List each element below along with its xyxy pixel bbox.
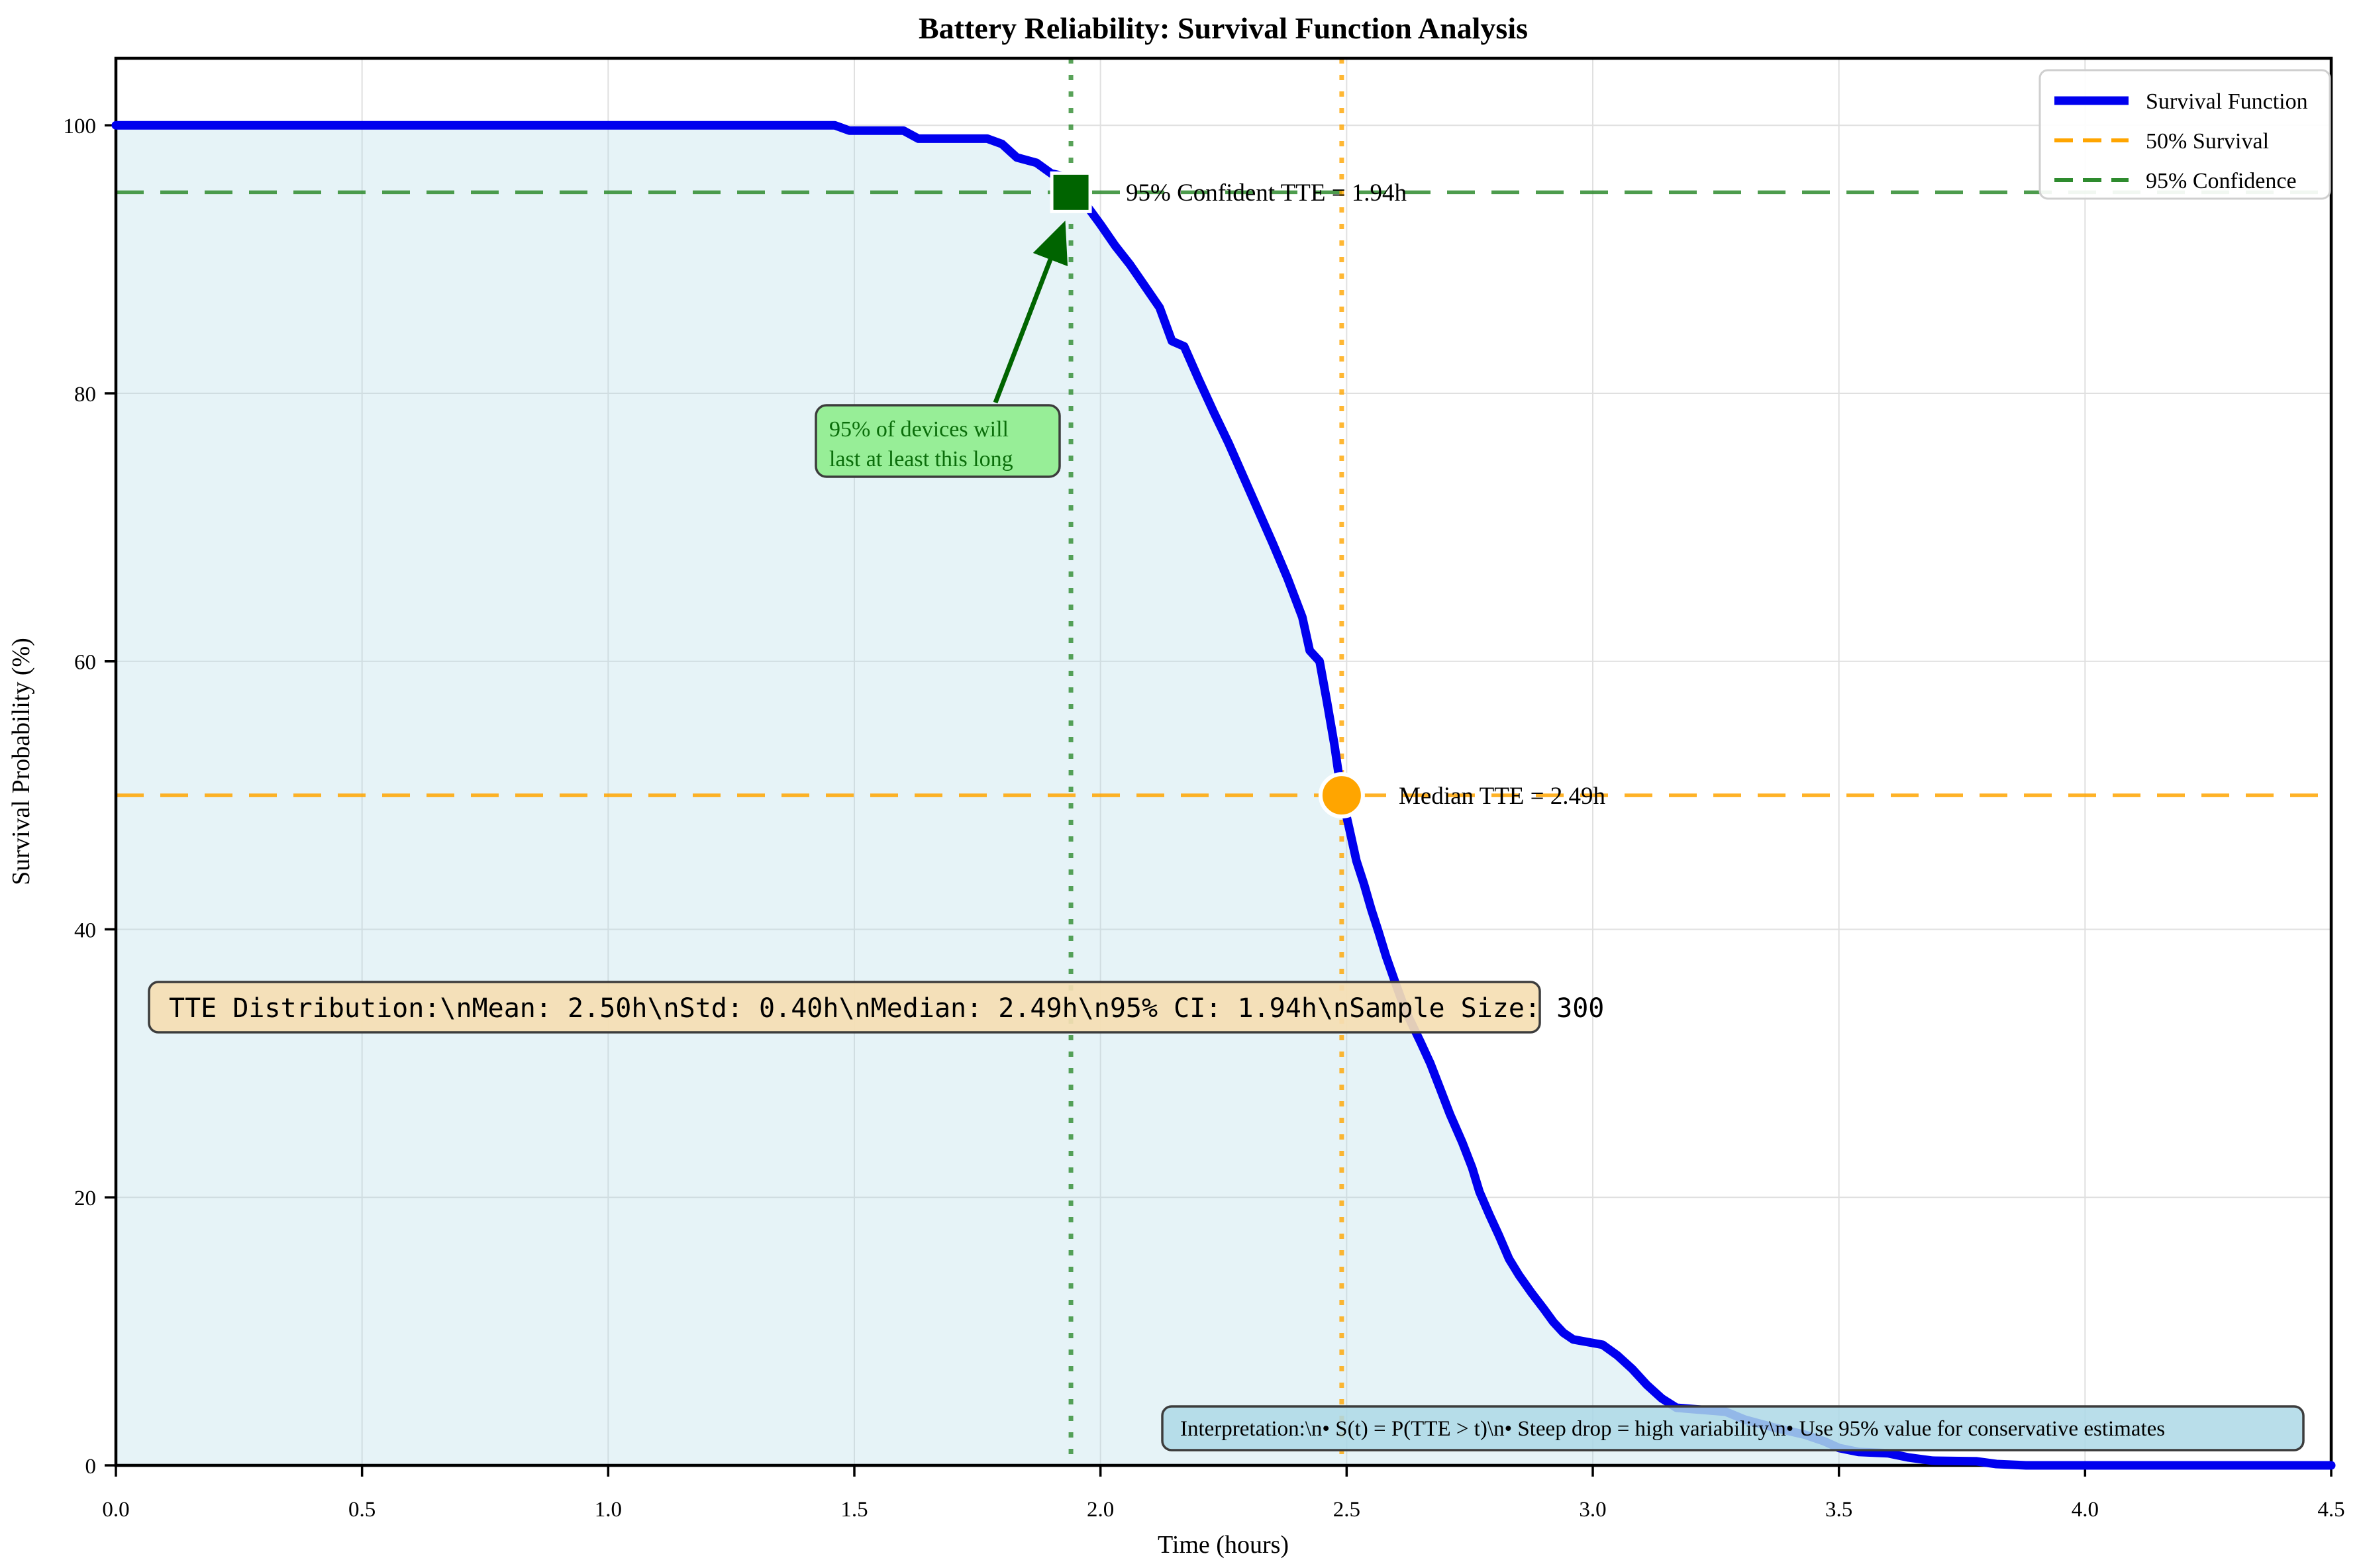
x-tick-label: 2.0 bbox=[1087, 1498, 1114, 1522]
callout-line1: 95% of devices will bbox=[829, 417, 1009, 442]
y-axis-label: Survival Probability (%) bbox=[7, 638, 35, 885]
legend-label-50-survival: 50% Survival bbox=[2146, 129, 2269, 154]
x-tick-label: 3.0 bbox=[1579, 1498, 1606, 1522]
x-tick-label: 0.0 bbox=[102, 1498, 129, 1522]
callout-line2: last at least this long bbox=[829, 447, 1013, 471]
survival-analysis-figure: 0.0 0.5 1.0 1.5 2.0 2.5 3.0 3.5 4.0 4.5 0 20 40 60 80 1… bbox=[0, 0, 2363, 1568]
interpretation-box-text: Interpretation:\n• S(t) = P(TTE > t)\n• … bbox=[1180, 1417, 2165, 1441]
confident-tte-marker bbox=[1052, 173, 1090, 211]
y-tick-label: 60 bbox=[74, 651, 96, 675]
x-tick-label: 1.0 bbox=[595, 1498, 622, 1522]
stats-box-text: TTE Distribution:\nMean: 2.50h\nStd: 0.4… bbox=[169, 993, 1604, 1024]
x-axis-label: Time (hours) bbox=[1158, 1531, 1289, 1559]
x-tick-label: 2.5 bbox=[1333, 1498, 1360, 1522]
median-tte-marker bbox=[1321, 774, 1363, 816]
confident-tte-annotation: 95% Confident TTE = 1.94h bbox=[1126, 179, 1407, 207]
y-tick-label: 0 bbox=[85, 1455, 97, 1479]
x-tick-label: 0.5 bbox=[348, 1498, 376, 1522]
legend-label-survival: Survival Function bbox=[2146, 89, 2308, 114]
chart-title: Battery Reliability: Survival Function A… bbox=[919, 11, 1528, 45]
x-tick-label: 1.5 bbox=[840, 1498, 868, 1522]
median-tte-annotation: Median TTE = 2.49h bbox=[1399, 783, 1606, 810]
x-tick-label: 4.0 bbox=[2072, 1498, 2099, 1522]
y-tick-label: 40 bbox=[74, 918, 96, 942]
y-tick-label: 100 bbox=[64, 115, 97, 138]
legend-label-95-confidence: 95% Confidence bbox=[2146, 169, 2297, 193]
x-tick-label: 4.5 bbox=[2317, 1498, 2344, 1522]
y-tick-label: 20 bbox=[74, 1187, 96, 1210]
y-tick-label: 80 bbox=[74, 383, 96, 407]
legend: Survival Function 50% Survival 95% Confi… bbox=[2040, 70, 2330, 199]
x-tick-label: 3.5 bbox=[1825, 1498, 1852, 1522]
survival-chart-canvas: 0.0 0.5 1.0 1.5 2.0 2.5 3.0 3.5 4.0 4.5 0 20 40 60 80 1… bbox=[0, 0, 2363, 1568]
